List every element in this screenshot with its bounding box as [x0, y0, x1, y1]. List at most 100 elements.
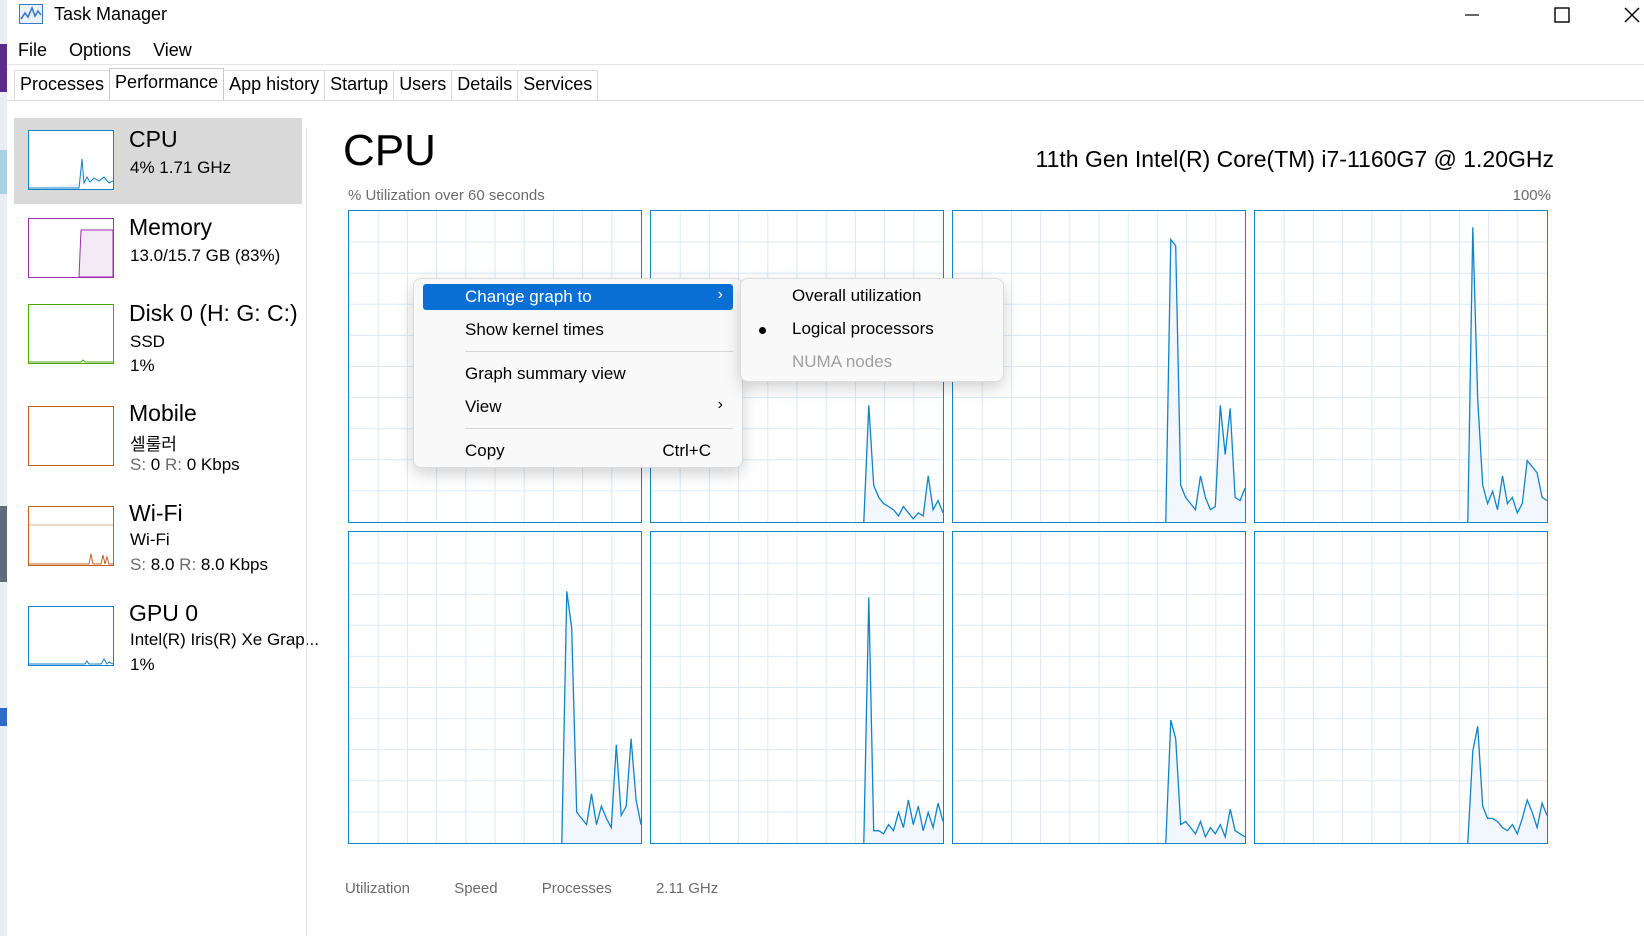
tab-users[interactable]: Users — [393, 70, 453, 100]
tab-app-history[interactable]: App history — [223, 70, 326, 100]
summary-stats-row: Utilization Speed Processes 2.11 GHz — [345, 880, 758, 897]
sidebar-title: GPU 0 — [129, 600, 199, 626]
sidebar-throughput: S: 8.0 R: 8.0 Kbps — [130, 555, 268, 575]
sidebar-title: Memory — [129, 214, 213, 240]
processes-stat-label: Processes — [541, 880, 612, 897]
utilization-area-chart — [953, 532, 1245, 843]
logical-processor-graph[interactable] — [650, 531, 944, 844]
receive-label: R: — [165, 455, 182, 474]
submenu-item-numa-nodes: NUMA nodes — [741, 348, 1003, 378]
send-value: 0 — [150, 455, 161, 474]
utilization-area — [1165, 239, 1245, 522]
menu-item-label: Show kernel times — [465, 320, 604, 339]
utilization-area-chart — [651, 532, 943, 843]
utilization-stat-label: Utilization — [345, 880, 411, 897]
sidebar-item-memory[interactable]: Memory 13.0/15.7 GB (83%) — [14, 206, 302, 292]
sidebar-divider — [306, 128, 307, 936]
sidebar-item-gpu[interactable]: GPU 0 Intel(R) Iris(R) Xe Grap... 1% — [14, 594, 319, 680]
page-title: CPU — [343, 126, 436, 175]
utilization-area — [1467, 726, 1547, 843]
menu-file[interactable]: File — [7, 38, 58, 66]
tab-strip: Processes Performance App history Startu… — [14, 68, 599, 100]
logical-processor-graph[interactable] — [952, 531, 1246, 844]
logical-processor-graph[interactable] — [348, 531, 642, 844]
receive-value: 0 Kbps — [186, 455, 240, 474]
sidebar-title: Wi-Fi — [129, 500, 183, 526]
sidebar-title: Mobile — [129, 400, 197, 426]
menu-options[interactable]: Options — [58, 38, 142, 66]
menu-item-label: Graph summary view — [465, 364, 626, 383]
send-label: S: — [130, 555, 147, 574]
menu-item-label: Change graph to — [465, 287, 592, 306]
utilization-max-label: 100% — [1512, 187, 1551, 204]
close-button[interactable] — [1602, 0, 1644, 30]
menu-item-graph-summary-view[interactable]: Graph summary view — [423, 361, 733, 387]
logical-processor-graph[interactable] — [1254, 531, 1548, 844]
shortcut-label: Ctrl+C — [662, 441, 711, 460]
submenu-item-overall-utilization[interactable]: Overall utilization — [741, 282, 1003, 312]
menu-item-label: Overall utilization — [792, 286, 922, 305]
sidebar-detail: 셀룰러 — [130, 435, 177, 454]
tab-processes[interactable]: Processes — [14, 70, 111, 100]
sidebar-item-mobile[interactable]: Mobile 셀룰러 S: 0 R: 0 Kbps — [14, 394, 302, 480]
sidebar-detail: SSD — [130, 332, 165, 351]
utilization-line — [863, 597, 943, 843]
menu-item-label: View — [465, 397, 502, 416]
chevron-right-icon: › — [717, 396, 723, 413]
background-window-edge — [0, 0, 7, 936]
sidebar-item-disk[interactable]: Disk 0 (H: G: C:) SSD 1% — [14, 292, 302, 378]
send-value: 8.0 — [150, 555, 175, 574]
menu-bar: File Options View — [7, 38, 203, 66]
sidebar-item-cpu[interactable]: CPU 4% 1.71 GHz — [14, 118, 302, 204]
minimize-button[interactable] — [1442, 0, 1502, 30]
sidebar-detail: 1% — [130, 655, 155, 674]
cpu-model-name: 11th Gen Intel(R) Core(TM) i7-1160G7 @ 1… — [1035, 146, 1554, 172]
tab-performance[interactable]: Performance — [109, 68, 225, 100]
menu-item-view[interactable]: View › — [423, 394, 733, 420]
sidebar-detail: Wi-Fi — [130, 530, 170, 549]
receive-label: R: — [179, 555, 197, 574]
tab-startup[interactable]: Startup — [324, 70, 395, 100]
edge-chip — [0, 506, 7, 582]
menu-item-label: Copy — [465, 441, 505, 460]
sidebar-item-wifi[interactable]: Wi-Fi Wi-Fi S: 8.0 R: 8.0 Kbps — [14, 494, 302, 580]
sidebar-title: Disk 0 (H: G: C:) — [129, 300, 298, 326]
sidebar-detail: 4% 1.71 GHz — [130, 158, 232, 177]
speed-stat-label: Speed — [454, 880, 498, 897]
utilization-axis-label: % Utilization over 60 seconds — [348, 187, 545, 204]
wifi-thumbnail-graph — [28, 506, 114, 566]
submenu-item-logical-processors[interactable]: Logical processors — [741, 315, 1003, 345]
utilization-area — [863, 405, 943, 522]
menu-view[interactable]: View — [142, 38, 203, 66]
disk-thumbnail-graph — [28, 304, 114, 364]
radio-bullet-icon — [759, 327, 766, 334]
maximize-button[interactable] — [1532, 0, 1592, 30]
chevron-right-icon: › — [717, 286, 723, 303]
window-title: Task Manager — [54, 4, 168, 24]
sidebar-throughput: S: 0 R: 0 Kbps — [130, 455, 240, 475]
tab-services[interactable]: Services — [517, 70, 599, 100]
utilization-area — [863, 597, 943, 843]
graph-context-menu: Change graph to › Show kernel times Grap… — [413, 278, 743, 468]
tab-details[interactable]: Details — [451, 70, 519, 100]
menu-item-copy[interactable]: Copy Ctrl+C — [423, 438, 733, 464]
sidebar-detail: Intel(R) Iris(R) Xe Grap... — [130, 630, 319, 649]
send-label: S: — [130, 455, 147, 474]
menu-separator — [465, 351, 733, 352]
sidebar-detail: 1% — [130, 356, 155, 375]
sidebar-title: CPU — [129, 126, 178, 152]
memory-thumbnail-graph — [28, 218, 114, 278]
title-bar[interactable]: Task Manager — [7, 0, 1644, 30]
utilization-area — [1467, 227, 1547, 522]
menu-divider — [7, 64, 1644, 65]
task-manager-icon — [19, 4, 43, 24]
utilization-area-chart — [349, 532, 641, 843]
edge-chip — [0, 44, 7, 92]
cpu-thumbnail-graph — [28, 130, 114, 190]
menu-item-show-kernel-times[interactable]: Show kernel times — [423, 317, 733, 343]
gpu-thumbnail-graph — [28, 606, 114, 666]
mobile-thumbnail-graph — [28, 406, 114, 466]
logical-processor-graph[interactable] — [1254, 210, 1548, 523]
close-icon — [1624, 7, 1640, 23]
menu-item-change-graph-to[interactable]: Change graph to › — [423, 284, 733, 310]
